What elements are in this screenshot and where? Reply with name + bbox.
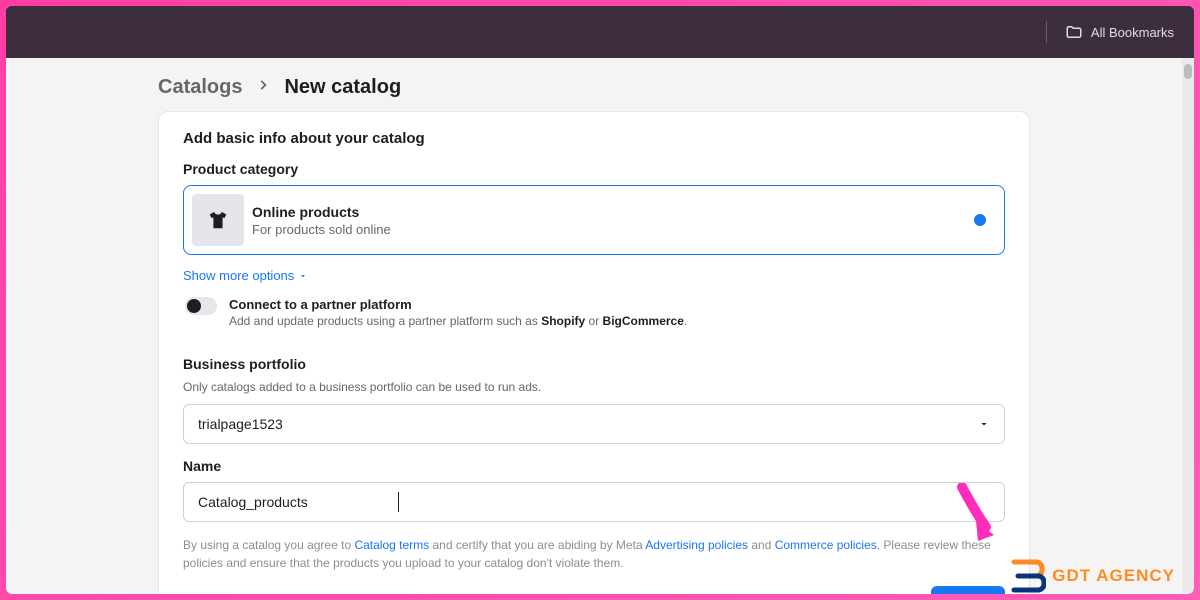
business-portfolio-help: Only catalogs added to a business portfo…	[183, 380, 1005, 394]
next-button[interactable]: Next	[931, 586, 1005, 594]
all-bookmarks-button[interactable]: All Bookmarks	[1065, 23, 1174, 41]
browser-topbar: All Bookmarks	[6, 6, 1194, 58]
tshirt-icon	[207, 209, 229, 231]
business-portfolio-label: Business portfolio	[183, 356, 1005, 372]
all-bookmarks-label: All Bookmarks	[1091, 25, 1174, 40]
partner-platform-title: Connect to a partner platform	[229, 297, 687, 312]
topbar-divider	[1046, 21, 1047, 43]
advertising-policies-link[interactable]: Advertising policies	[645, 538, 748, 552]
breadcrumb-parent[interactable]: Catalogs	[158, 76, 242, 99]
radio-selected-icon	[974, 214, 986, 226]
product-category-label: Product category	[183, 161, 1005, 177]
business-portfolio-value: trialpage1523	[198, 416, 978, 432]
option-title: Online products	[252, 204, 966, 220]
scrollbar-track[interactable]	[1182, 58, 1194, 594]
catalog-terms-link[interactable]: Catalog terms	[354, 538, 429, 552]
chevron-right-icon	[256, 78, 270, 97]
name-label: Name	[183, 458, 1005, 474]
commerce-policies-link[interactable]: Commerce policies	[775, 538, 877, 552]
option-thumb	[192, 194, 244, 246]
breadcrumb: Catalogs New catalog	[6, 76, 1182, 111]
catalog-name-input[interactable]	[183, 482, 1005, 522]
caret-down-icon	[298, 271, 308, 281]
scrollbar-thumb[interactable]	[1184, 64, 1192, 79]
partner-platform-desc: Add and update products using a partner …	[229, 314, 687, 328]
folder-icon	[1065, 23, 1083, 41]
business-portfolio-select[interactable]: trialpage1523	[183, 404, 1005, 444]
show-more-options-link[interactable]: Show more options	[183, 268, 308, 283]
partner-platform-toggle[interactable]	[185, 297, 217, 315]
partner-platform-row: Connect to a partner platform Add and up…	[183, 295, 1005, 342]
option-desc: For products sold online	[252, 222, 966, 237]
card-title: Add basic info about your catalog	[183, 130, 1005, 147]
breadcrumb-current: New catalog	[284, 76, 401, 99]
show-more-label: Show more options	[183, 268, 294, 283]
main-card: Add basic info about your catalog Produc…	[158, 111, 1030, 594]
caret-down-icon	[978, 418, 990, 430]
option-online-products[interactable]: Online products For products sold online	[183, 185, 1005, 255]
toggle-knob	[187, 299, 201, 313]
page-viewport: Catalogs New catalog Add basic info abou…	[6, 58, 1182, 594]
legal-text: By using a catalog you agree to Catalog …	[183, 536, 1005, 572]
